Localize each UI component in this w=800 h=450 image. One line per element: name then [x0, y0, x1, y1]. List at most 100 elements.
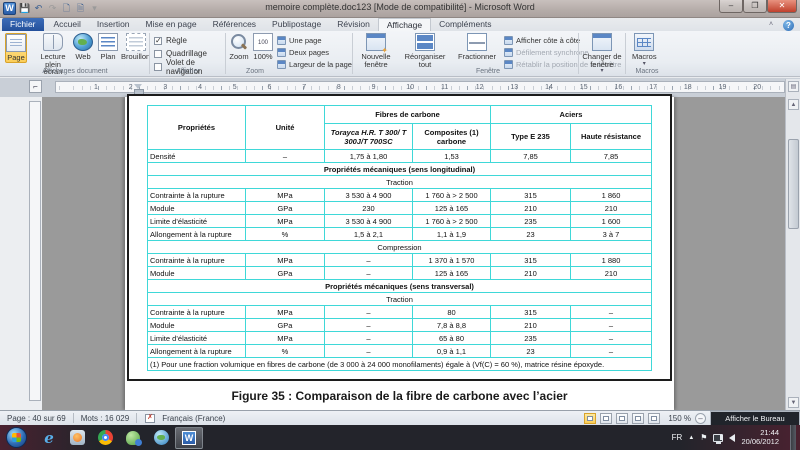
tab-affichage[interactable]: Affichage: [378, 18, 431, 31]
table-cell: –: [245, 150, 324, 163]
zoom-button[interactable]: Zoom: [229, 33, 249, 61]
arrange-all-button[interactable]: Réorganiser tout: [399, 33, 451, 68]
taskbar: e W FR ▲ ⚑ 21:44 20/06/2012: [0, 425, 800, 450]
table-section-header: Traction: [147, 176, 651, 189]
clock[interactable]: 21:44 20/06/2012: [741, 429, 779, 446]
table-cell: 210: [491, 267, 571, 280]
checkbox-icon[interactable]: [154, 50, 162, 58]
tray-language[interactable]: FR: [672, 433, 683, 442]
page-view-button[interactable]: Page: [5, 33, 27, 63]
table-cell: –: [324, 267, 412, 280]
zoom-level[interactable]: 150 %: [668, 414, 691, 423]
one-page-button[interactable]: Une page: [277, 35, 352, 45]
restore-button[interactable]: ❐: [743, 0, 767, 13]
table-cell: 7,8 à 8,8: [412, 319, 490, 332]
split-icon: [467, 33, 487, 51]
qat-dropdown-icon[interactable]: ▾: [89, 3, 100, 14]
tab-compléments[interactable]: Compléments: [431, 18, 499, 31]
horizontal-ruler[interactable]: 1234567891011121314151617181920: [55, 81, 785, 93]
table-cell: GPa: [245, 202, 324, 215]
tab-mise-en-page[interactable]: Mise en page: [138, 18, 205, 31]
header-unite: Unité: [245, 106, 324, 150]
outline-view-button[interactable]: Plan: [98, 33, 118, 61]
document-page[interactable]: Propriétés Unité Fibres de carbone Acier…: [125, 97, 674, 410]
globe-app-icon[interactable]: [147, 427, 175, 449]
start-button[interactable]: [6, 427, 27, 448]
save-icon[interactable]: 💾: [19, 3, 30, 14]
macros-button[interactable]: Macros ▾: [632, 33, 657, 68]
arrange-all-icon: [415, 33, 435, 51]
table-cell: –: [324, 254, 412, 267]
zoom-100-button[interactable]: 100 100%: [253, 33, 273, 61]
ruler-mark: 6: [268, 84, 272, 91]
vertical-scrollbar[interactable]: ▤ ▲ ▼: [785, 79, 800, 410]
draft-view-button[interactable]: Brouillon: [121, 33, 150, 61]
new-window-button[interactable]: Nouvelle fenêtre: [356, 33, 396, 68]
scroll-down-icon[interactable]: ▼: [788, 397, 799, 408]
volume-icon[interactable]: [729, 434, 735, 442]
help-icon[interactable]: ?: [783, 20, 794, 31]
fullscreen-view-button[interactable]: [600, 413, 612, 424]
show-desktop-button[interactable]: [790, 425, 796, 450]
print-layout-view-button[interactable]: [584, 413, 596, 424]
ruler-mark: 7: [302, 84, 306, 91]
group-label: Affichages document: [2, 68, 148, 75]
page-indicator[interactable]: Page : 40 sur 69: [0, 414, 73, 423]
checkbox-règle[interactable]: Règle: [154, 35, 224, 46]
header-torayca: Torayca H.R. T 300/ T 300J/T 700SC: [324, 124, 412, 150]
tab-références[interactable]: Références: [205, 18, 264, 31]
switch-windows-button[interactable]: Changer de fenêtre ▾: [582, 33, 622, 76]
ruler-mark: 1: [94, 84, 98, 91]
undo-icon[interactable]: ↶: [33, 3, 44, 14]
action-center-flag-icon[interactable]: ⚑: [700, 433, 707, 442]
tab-révision[interactable]: Révision: [329, 18, 378, 31]
ruler-mark: 13: [510, 84, 518, 91]
table-cell: 210: [491, 202, 571, 215]
header-type-e235: Type E 235: [491, 124, 571, 150]
word-count[interactable]: Mots : 16 029: [74, 414, 136, 423]
draft-view-small-button[interactable]: [648, 413, 660, 424]
media-player-icon[interactable]: [63, 427, 91, 449]
tab-accueil[interactable]: Accueil: [46, 18, 89, 31]
dropdown-caret-icon: ▾: [643, 61, 646, 69]
vertical-ruler[interactable]: [29, 101, 41, 401]
chrome-icon[interactable]: [91, 427, 119, 449]
table-cell: 1 600: [571, 215, 652, 228]
table-cell: 80: [412, 306, 490, 319]
fullscreen-reading-icon: [43, 33, 63, 51]
collapse-ribbon-icon[interactable]: ˄: [765, 21, 777, 30]
internet-explorer-icon[interactable]: e: [35, 427, 63, 449]
tab-publipostage[interactable]: Publipostage: [264, 18, 329, 31]
close-button[interactable]: ✕: [767, 0, 797, 13]
spellcheck-icon[interactable]: [145, 414, 155, 423]
word-taskbar-icon[interactable]: W: [175, 427, 203, 449]
scroll-up-icon[interactable]: ▲: [788, 99, 799, 110]
tray-expand-icon[interactable]: ▲: [688, 435, 694, 441]
print-preview-icon[interactable]: 🗎: [75, 3, 86, 14]
tab-insertion[interactable]: Insertion: [89, 18, 138, 31]
language-indicator[interactable]: Français (France): [155, 414, 232, 423]
split-button[interactable]: Fractionner: [454, 33, 500, 61]
table-section-header: Compression: [147, 241, 651, 254]
messenger-icon[interactable]: [119, 427, 147, 449]
table-frame: Propriétés Unité Fibres de carbone Acier…: [127, 94, 672, 381]
two-pages-button[interactable]: Deux pages: [277, 47, 352, 57]
zoom-out-button[interactable]: –: [695, 413, 706, 424]
web-view-button[interactable]: [616, 413, 628, 424]
afficher-checkboxes: RègleQuadrillageVolet de navigation: [154, 35, 224, 72]
web-layout-button[interactable]: Web: [73, 33, 93, 61]
table-cell: 65 à 80: [412, 332, 490, 345]
table-cell: 1 760 à > 2 500: [412, 215, 490, 228]
minimize-button[interactable]: –: [719, 0, 743, 13]
ruler-mark: 8: [337, 84, 341, 91]
scrollbar-thumb[interactable]: [788, 139, 799, 229]
table-row: Propriétés mécaniques (sens transversal): [147, 280, 651, 293]
new-document-icon[interactable]: 🗋: [61, 3, 72, 14]
checkbox-icon[interactable]: [154, 37, 162, 45]
table-cell: 1 860: [571, 189, 652, 202]
ruler-toggle-button[interactable]: ▤: [788, 81, 799, 92]
tab-selector-button[interactable]: ⌐: [29, 80, 42, 93]
ribbon-tabs: FichierAccueilInsertionMise en pageRéfér…: [0, 18, 800, 31]
tab-fichier[interactable]: Fichier: [2, 18, 44, 31]
outline-view-small-button[interactable]: [632, 413, 644, 424]
